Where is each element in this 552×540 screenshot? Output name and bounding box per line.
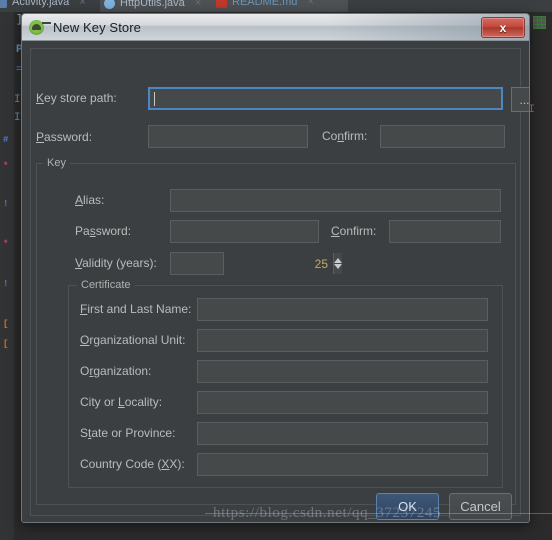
organizational-unit-input[interactable]	[197, 329, 488, 352]
label-text: ocality:	[124, 395, 163, 409]
close-icon[interactable]: ×	[195, 0, 201, 9]
organizational-unit-label: Organizational Unit:	[80, 333, 185, 347]
chevron-down-icon[interactable]	[334, 264, 342, 269]
country-code-input[interactable]	[197, 453, 488, 476]
dialog-title-bar[interactable]: New Key Store x	[22, 14, 529, 41]
label-text: rganizational Unit:	[89, 333, 186, 347]
screen: ]{ P: == II II # * ! * ! [ [ OSI Activit…	[0, 0, 552, 540]
text-caret	[154, 92, 155, 106]
label-text: ate or Province:	[91, 426, 176, 440]
new-key-store-dialog: New Key Store x Key store path: ... Pass…	[21, 13, 530, 523]
key-group-label: Key	[43, 157, 70, 169]
keystore-path-label: Key store path:	[36, 91, 140, 105]
label-text: irst and Last Name:	[87, 302, 192, 316]
cancel-button[interactable]: Cancel	[449, 493, 512, 520]
certificate-group: Certificate First and Last Name: Organiz…	[68, 279, 503, 488]
first-and-last-name-label: First and Last Name:	[80, 302, 191, 316]
label-text: Co	[322, 129, 338, 143]
certificate-group-label: Certificate	[77, 279, 135, 291]
state-or-province-input[interactable]	[197, 422, 488, 445]
country-code-label: Country Code (XX):	[80, 457, 185, 471]
ellipsis-icon: ...	[519, 92, 530, 107]
keystore-password-row: Password:	[36, 125, 140, 148]
label-text: Pa	[75, 224, 90, 238]
dialog-content: Key store path: ... Password: Confirm: K…	[22, 41, 529, 522]
mnemonic-char: P	[36, 129, 45, 144]
key-validity-label: Validity (years):	[75, 256, 157, 270]
close-icon[interactable]: ×	[79, 0, 85, 8]
label-text: lias:	[83, 193, 105, 207]
state-or-province-label: State or Province:	[80, 426, 175, 440]
key-confirm-label: Confirm:	[331, 224, 376, 238]
chevron-up-icon[interactable]	[334, 258, 342, 263]
label-text: Country Code (	[80, 457, 162, 471]
ok-button[interactable]: OK	[376, 493, 439, 520]
label-text: S	[80, 426, 89, 440]
editor-tab-label: Activity.java	[12, 0, 70, 8]
label-text: O	[80, 364, 90, 378]
grid-icon[interactable]	[533, 16, 546, 29]
first-and-last-name-input[interactable]	[197, 298, 488, 321]
browse-keystore-button[interactable]: ...	[511, 87, 530, 112]
gutter-marker[interactable]: #	[3, 136, 11, 145]
gutter-marker[interactable]: [	[3, 320, 11, 329]
editor-tab-bar[interactable]: Activity.java × HttpUtils.java × README.…	[0, 0, 552, 12]
keystore-password-input[interactable]	[148, 125, 308, 148]
key-validity-spinner[interactable]	[170, 252, 342, 275]
keystore-path-input[interactable]	[148, 87, 503, 110]
label-text: X):	[169, 457, 185, 471]
key-group: Key Alias: Password: Confirm: Validity (…	[36, 157, 516, 505]
label-text: ey store path:	[44, 90, 117, 105]
gutter-marker[interactable]: [	[3, 340, 11, 349]
key-password-input[interactable]	[170, 220, 319, 243]
close-icon: x	[499, 20, 507, 35]
key-alias-label: Alias:	[75, 193, 104, 207]
label-text: alidity (years):	[82, 256, 157, 270]
close-icon[interactable]: ×	[307, 0, 313, 8]
label-text: assword:	[44, 129, 93, 144]
spinner-buttons[interactable]	[333, 253, 342, 274]
key-confirm-input[interactable]	[389, 220, 501, 243]
gutter-marker[interactable]: !	[3, 200, 11, 209]
gutter-marker[interactable]: *	[3, 162, 11, 171]
keystore-confirm-label: Confirm:	[322, 129, 367, 143]
cancel-button-label: Cancel	[460, 499, 501, 514]
close-button[interactable]: x	[481, 17, 525, 38]
mnemonic-char: O	[80, 333, 90, 347]
mnemonic-char: L	[118, 395, 125, 409]
label-text: onfirm:	[339, 224, 377, 238]
mnemonic-char: K	[36, 90, 45, 105]
key-alias-input[interactable]	[170, 189, 501, 212]
key-password-label: Password:	[75, 224, 131, 238]
gutter-marker[interactable]: !	[3, 280, 11, 289]
organization-label: Organization:	[80, 364, 151, 378]
keystore-confirm-input[interactable]	[380, 125, 505, 148]
city-or-locality-label: City or Locality:	[80, 395, 162, 409]
editor-tab-readme[interactable]: README.md ×	[212, 0, 348, 12]
dialog-title: New Key Store	[53, 19, 142, 35]
gutter-marker[interactable]: *	[3, 240, 11, 249]
markdown-file-icon	[216, 0, 227, 8]
ok-button-label: OK	[398, 499, 417, 514]
label-text: ganization:	[93, 364, 152, 378]
keystore-password-label: Password:	[36, 130, 140, 144]
mnemonic-char: C	[331, 224, 340, 238]
java-file-icon	[0, 0, 7, 8]
mnemonic-char: A	[75, 193, 84, 207]
editor-gutter[interactable]	[0, 12, 14, 540]
label-text: City or	[80, 395, 119, 409]
android-studio-icon	[29, 19, 44, 35]
editor-tab-label: HttpUtils.java	[120, 0, 185, 9]
organization-input[interactable]	[197, 360, 488, 383]
label-text: firm:	[344, 129, 368, 143]
java-class-icon	[104, 0, 115, 9]
city-or-locality-input[interactable]	[197, 391, 488, 414]
key-validity-input[interactable]	[171, 253, 333, 274]
label-text: sword:	[95, 224, 132, 238]
editor-tab-label: README.md	[232, 0, 298, 8]
